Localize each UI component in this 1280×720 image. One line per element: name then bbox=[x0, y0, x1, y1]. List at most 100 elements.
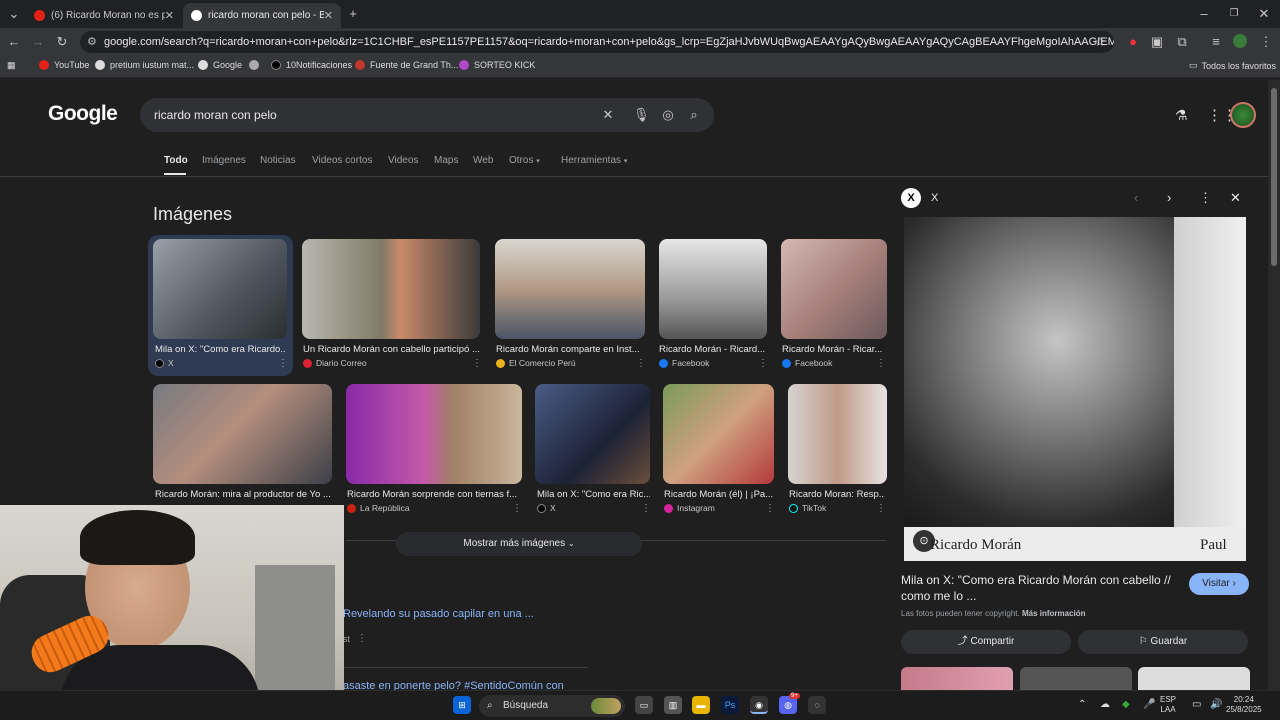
close-tab-icon[interactable]: ✕ bbox=[165, 9, 174, 22]
bookmark-chrome[interactable] bbox=[249, 60, 264, 70]
image-thumbnail[interactable] bbox=[302, 239, 480, 339]
bookmark-youtube[interactable]: YouTube bbox=[39, 60, 89, 70]
tab-herramientas[interactable]: Herramientas ▾ bbox=[561, 155, 627, 166]
apps-icon[interactable]: ▦ bbox=[7, 60, 16, 71]
task-view-icon[interactable]: ▭ bbox=[635, 696, 653, 714]
extension-red-icon[interactable]: ● bbox=[1125, 34, 1141, 50]
panel-source[interactable]: X bbox=[931, 192, 938, 204]
file-explorer-icon[interactable]: ▬ bbox=[692, 696, 710, 714]
panel-title[interactable]: Mila on X: "Como era Ricardo Morán con c… bbox=[901, 572, 1176, 604]
more-options-icon[interactable]: ⋮ bbox=[472, 358, 482, 369]
image-thumbnail[interactable] bbox=[663, 384, 774, 484]
share-button[interactable]: ⤴ Compartir bbox=[901, 630, 1071, 654]
google-logo[interactable]: Google bbox=[48, 102, 118, 126]
profile-icon[interactable] bbox=[1232, 34, 1248, 50]
close-icon[interactable]: ✕ bbox=[1230, 190, 1241, 206]
image-thumbnail[interactable] bbox=[346, 384, 522, 484]
volume-icon[interactable]: 🔊 bbox=[1210, 699, 1222, 710]
image-title[interactable]: Ricardo Morán comparte en Inst... bbox=[496, 344, 644, 355]
image-thumbnail[interactable] bbox=[659, 239, 767, 339]
image-thumbnail[interactable] bbox=[153, 239, 287, 339]
labs-flask-icon[interactable]: ⚗ bbox=[1175, 107, 1188, 124]
chrome-icon[interactable]: ◉ bbox=[750, 696, 768, 714]
image-thumbnail[interactable] bbox=[788, 384, 887, 484]
bookmark-grand-theft[interactable]: Fuente de Grand Th... bbox=[355, 60, 458, 70]
more-options-icon[interactable]: ⋮ bbox=[636, 358, 646, 369]
tab-otros[interactable]: Otros ▾ bbox=[509, 155, 540, 166]
image-thumbnail[interactable] bbox=[535, 384, 650, 484]
bookmark-pretium[interactable]: pretium iustum mat... bbox=[95, 60, 194, 70]
more-options-icon[interactable]: ⋮ bbox=[758, 358, 768, 369]
tab-search-icon[interactable]: ⌄ bbox=[6, 6, 22, 22]
network-icon[interactable]: ▭ bbox=[1192, 699, 1201, 710]
photoshop-icon[interactable]: Ps bbox=[721, 696, 739, 714]
related-image[interactable] bbox=[901, 667, 1013, 692]
more-options-icon[interactable]: ⋮ bbox=[278, 358, 288, 369]
close-tab-icon[interactable]: ✕ bbox=[324, 9, 333, 22]
more-options-icon[interactable]: ⋮ bbox=[765, 503, 775, 514]
show-more-images-button[interactable]: Mostrar más imágenes ⌄ bbox=[396, 532, 642, 556]
image-title[interactable]: Un Ricardo Morán con cabello participó .… bbox=[303, 344, 481, 355]
minimize-icon[interactable]: – bbox=[1196, 6, 1212, 22]
preview-image[interactable]: ⊙ bbox=[904, 217, 1246, 561]
related-image[interactable] bbox=[1020, 667, 1132, 692]
image-title[interactable]: Ricardo Morán (él) | ¡Pa... bbox=[664, 489, 774, 500]
tab-videos-cortos[interactable]: Videos cortos bbox=[312, 155, 372, 166]
clock[interactable]: 20:24 25/8/2025 bbox=[1226, 695, 1262, 715]
back-icon[interactable]: ← bbox=[6, 34, 22, 50]
related-image[interactable] bbox=[1138, 667, 1250, 692]
lens-icon[interactable]: ◎ bbox=[660, 107, 676, 123]
image-title[interactable]: Ricardo Morán - Ricard... bbox=[659, 344, 767, 355]
windows-start-icon[interactable]: ⊞ bbox=[453, 696, 471, 714]
reading-list-icon[interactable]: ≡ bbox=[1208, 34, 1224, 50]
image-title[interactable]: Ricardo Morán - Ricar... bbox=[782, 344, 882, 355]
forward-icon[interactable]: → bbox=[30, 34, 46, 50]
extension-icon[interactable]: ▣ bbox=[1149, 34, 1165, 50]
more-options-icon[interactable]: ⋮ bbox=[512, 503, 522, 514]
new-tab-icon[interactable]: + bbox=[345, 6, 361, 22]
more-options-icon[interactable]: ⋮ bbox=[876, 503, 886, 514]
more-options-icon[interactable]: ⋮ bbox=[357, 633, 367, 644]
bookmark-star-icon[interactable]: ☆ bbox=[1092, 34, 1108, 50]
bookmark-google[interactable]: Google bbox=[198, 60, 242, 70]
bookmark-notificaciones[interactable]: 10Notificaciones bbox=[271, 60, 352, 70]
language-indicator[interactable]: ESP LAA bbox=[1160, 695, 1176, 715]
image-title[interactable]: Ricardo Morán sorprende con tiernas f... bbox=[347, 489, 519, 500]
microphone-icon[interactable]: 🎙 bbox=[633, 107, 650, 123]
tab-maps[interactable]: Maps bbox=[434, 155, 458, 166]
visit-button[interactable]: Visitar › bbox=[1189, 573, 1249, 595]
tab-noticias[interactable]: Noticias bbox=[260, 155, 296, 166]
tray-chevron-icon[interactable]: ⌃ bbox=[1078, 699, 1086, 710]
menu-icon[interactable]: ⋮ bbox=[1258, 34, 1274, 50]
tab-todo[interactable]: Todo bbox=[164, 155, 188, 166]
image-thumbnail[interactable] bbox=[153, 384, 332, 484]
taskbar-search[interactable]: ⌕ Búsqueda bbox=[479, 695, 625, 717]
tab-imagenes[interactable]: Imágenes bbox=[202, 155, 246, 166]
image-title[interactable]: Mila on X: "Como era Ricardo... bbox=[155, 344, 285, 355]
more-options-icon[interactable]: ⋮ bbox=[1199, 190, 1212, 206]
more-options-icon[interactable]: ⋮ bbox=[641, 503, 651, 514]
previous-icon[interactable]: ‹ bbox=[1134, 190, 1138, 205]
search-input[interactable]: ricardo moran con pelo bbox=[154, 108, 277, 122]
microphone-icon[interactable]: 🎤 bbox=[1143, 699, 1155, 710]
scroll-thumb[interactable] bbox=[1271, 88, 1277, 266]
tab-youtube[interactable]: (6) Ricardo Moran no es pelao ... ✕ bbox=[26, 3, 182, 28]
image-title[interactable]: Mila on X: "Como era Ric... bbox=[537, 489, 650, 500]
search-icon[interactable]: ⌕ bbox=[686, 107, 702, 123]
security-icon[interactable]: ◆ bbox=[1122, 699, 1130, 710]
image-title[interactable]: Ricardo Moran: Resp... bbox=[789, 489, 885, 500]
app-icon[interactable]: ▥ bbox=[664, 696, 682, 714]
more-options-icon[interactable]: ⋮ bbox=[876, 358, 886, 369]
reload-icon[interactable]: ↻ bbox=[54, 34, 70, 50]
tab-videos[interactable]: Videos bbox=[388, 155, 418, 166]
next-icon[interactable]: › bbox=[1167, 190, 1171, 205]
cloud-icon[interactable]: ☁ bbox=[1100, 699, 1110, 710]
result-link[interactable]: Revelando su pasado capilar en una ... bbox=[343, 608, 534, 620]
app-icon[interactable]: ◌ bbox=[808, 696, 826, 714]
all-bookmarks[interactable]: ▭ Todos los favoritos bbox=[1189, 60, 1276, 71]
avatar[interactable] bbox=[1230, 102, 1256, 128]
address-bar[interactable]: ⚙ google.com/search?q=ricardo+moran+con+… bbox=[80, 31, 1114, 53]
tab-google-search[interactable]: ricardo moran con pelo - Busca... ✕ bbox=[183, 3, 341, 28]
extensions-puzzle-icon[interactable]: ⧉ bbox=[1174, 34, 1190, 50]
page-scrollbar[interactable] bbox=[1268, 80, 1280, 690]
